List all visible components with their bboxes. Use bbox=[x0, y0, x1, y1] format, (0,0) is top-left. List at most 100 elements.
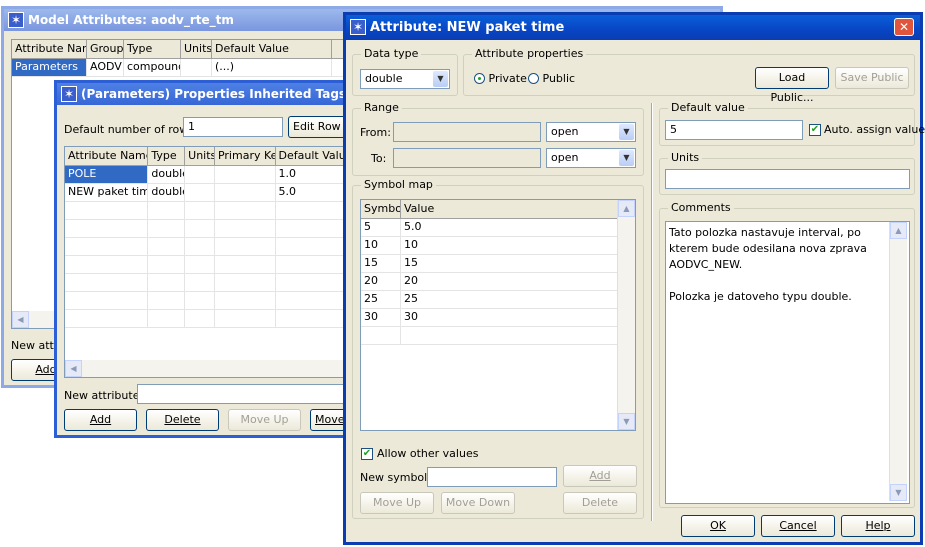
cell-attribute-name[interactable]: POLE bbox=[65, 166, 149, 183]
scroll-up-icon[interactable]: ▲ bbox=[890, 222, 907, 239]
table-row[interactable]: 25 25 bbox=[361, 291, 635, 309]
cell-attribute-name[interactable]: Parameters bbox=[12, 59, 87, 76]
move-up-button[interactable]: Move Up bbox=[228, 409, 301, 431]
col-value[interactable]: Value bbox=[401, 200, 619, 218]
cell-symbol[interactable]: 10 bbox=[361, 237, 401, 254]
table-row[interactable] bbox=[65, 238, 353, 256]
col-attribute-name[interactable]: Attribute Name bbox=[12, 40, 87, 58]
symbol-move-up-button[interactable]: Move Up bbox=[360, 492, 434, 514]
table-row[interactable]: NEW paket time double 5.0 bbox=[65, 184, 353, 202]
radio-unselected-icon[interactable] bbox=[528, 73, 539, 84]
range-from-mode-select[interactable]: open ▼ bbox=[546, 122, 636, 142]
table-row[interactable]: 20 20 bbox=[361, 273, 635, 291]
table-row[interactable] bbox=[65, 256, 353, 274]
chevron-down-icon[interactable]: ▼ bbox=[619, 124, 634, 140]
cell-units[interactable] bbox=[181, 59, 212, 76]
cell-default-value[interactable]: 5.0 bbox=[276, 184, 353, 201]
cell-primary-key[interactable] bbox=[215, 184, 276, 201]
range-from-input[interactable] bbox=[393, 122, 541, 142]
cell-value[interactable]: 10 bbox=[401, 237, 619, 254]
table-row[interactable]: Parameters AODV compound (...) bbox=[12, 59, 350, 77]
col-type[interactable]: Type bbox=[124, 40, 181, 58]
help-button[interactable]: Help bbox=[841, 515, 915, 537]
scroll-up-icon[interactable]: ▲ bbox=[618, 200, 635, 217]
ok-button[interactable]: OK bbox=[681, 515, 755, 537]
cell-units[interactable] bbox=[185, 166, 215, 183]
col-group[interactable]: Group bbox=[87, 40, 124, 58]
range-to-mode-select[interactable]: open ▼ bbox=[546, 148, 636, 168]
cell-default-value[interactable]: 1.0 bbox=[276, 166, 353, 183]
new-attribute-input[interactable] bbox=[137, 384, 357, 404]
col-type[interactable]: Type bbox=[148, 147, 186, 165]
table-row[interactable] bbox=[65, 202, 353, 220]
col-default-value[interactable]: Default Value bbox=[276, 147, 353, 165]
private-radio[interactable]: Private bbox=[474, 72, 527, 85]
cell-units[interactable] bbox=[185, 184, 215, 201]
data-type-select[interactable]: double ▼ bbox=[360, 69, 450, 89]
scroll-left-icon[interactable]: ◀ bbox=[12, 311, 29, 328]
units-input[interactable] bbox=[665, 169, 910, 189]
delete-button[interactable]: Delete bbox=[146, 409, 219, 431]
symbol-delete-button[interactable]: Delete bbox=[563, 492, 637, 514]
table-row[interactable] bbox=[65, 220, 353, 238]
default-rows-input[interactable]: 1 bbox=[183, 117, 283, 137]
cell-value[interactable]: 15 bbox=[401, 255, 619, 272]
auto-assign-checkbox[interactable]: ✔ bbox=[809, 124, 821, 136]
cell-value[interactable]: 30 bbox=[401, 309, 619, 326]
col-units[interactable]: Units bbox=[181, 40, 212, 58]
public-radio[interactable]: Public bbox=[528, 72, 575, 85]
table-row[interactable]: 15 15 bbox=[361, 255, 635, 273]
table-row[interactable]: 30 30 bbox=[361, 309, 635, 327]
table-row[interactable] bbox=[65, 292, 353, 310]
cell-value[interactable]: 25 bbox=[401, 291, 619, 308]
default-value-input[interactable]: 5 bbox=[665, 120, 803, 140]
vertical-scrollbar[interactable]: ▲ ▼ bbox=[617, 200, 635, 430]
col-symbol[interactable]: Symbol bbox=[361, 200, 401, 218]
cell-symbol[interactable]: 15 bbox=[361, 255, 401, 272]
cell-value[interactable]: 5.0 bbox=[401, 219, 619, 236]
cell-symbol[interactable]: 20 bbox=[361, 273, 401, 290]
table-row[interactable] bbox=[361, 327, 635, 345]
radio-selected-icon[interactable] bbox=[474, 73, 485, 84]
col-default-value[interactable]: Default Value bbox=[212, 40, 332, 58]
params-window-titlebar[interactable]: ✶ (Parameters) Properties Inherited Tags… bbox=[57, 83, 346, 105]
scroll-down-icon[interactable]: ▼ bbox=[618, 413, 635, 430]
cell-primary-key[interactable] bbox=[215, 166, 276, 183]
col-units[interactable]: Units bbox=[185, 147, 215, 165]
new-symbol-input[interactable] bbox=[427, 467, 557, 487]
horizontal-scrollbar[interactable]: ◀ bbox=[65, 360, 353, 377]
allow-other-values-label[interactable]: Allow other values bbox=[377, 447, 478, 460]
scroll-left-icon[interactable]: ◀ bbox=[65, 360, 82, 377]
chevron-down-icon[interactable]: ▼ bbox=[433, 71, 448, 87]
cell-type[interactable]: double bbox=[148, 184, 186, 201]
symbol-add-button[interactable]: Add bbox=[563, 465, 637, 487]
table-row[interactable] bbox=[65, 310, 353, 328]
cancel-button[interactable]: Cancel bbox=[761, 515, 835, 537]
table-row[interactable] bbox=[65, 274, 353, 292]
cell-group[interactable]: AODV bbox=[87, 59, 124, 76]
cell-symbol[interactable]: 30 bbox=[361, 309, 401, 326]
cell-attribute-name[interactable]: NEW paket time bbox=[65, 184, 149, 201]
cell-type[interactable]: compound bbox=[124, 59, 181, 76]
scroll-down-icon[interactable]: ▼ bbox=[890, 484, 907, 501]
table-row[interactable]: 10 10 bbox=[361, 237, 635, 255]
save-public-button[interactable]: Save Public bbox=[835, 67, 909, 89]
cell-symbol[interactable]: 25 bbox=[361, 291, 401, 308]
auto-assign-label[interactable]: Auto. assign value bbox=[824, 123, 925, 136]
range-to-input[interactable] bbox=[393, 148, 541, 168]
col-primary-key[interactable]: Primary Key bbox=[215, 147, 276, 165]
cell-symbol[interactable]: 5 bbox=[361, 219, 401, 236]
col-attribute-name[interactable]: Attribute Name bbox=[65, 147, 149, 165]
comments-textarea[interactable]: Tato polozka nastavuje interval, po kter… bbox=[665, 221, 910, 504]
allow-other-values-checkbox[interactable]: ✔ bbox=[361, 448, 373, 460]
symbol-move-down-button[interactable]: Move Down bbox=[441, 492, 515, 514]
cell-value[interactable]: 20 bbox=[401, 273, 619, 290]
cell-type[interactable]: double bbox=[148, 166, 186, 183]
comments-scrollbar[interactable]: ▲ ▼ bbox=[889, 222, 907, 501]
table-row[interactable]: POLE double 1.0 bbox=[65, 166, 353, 184]
close-icon[interactable]: ✕ bbox=[894, 18, 914, 36]
add-button[interactable]: Add bbox=[64, 409, 137, 431]
cell-default-value[interactable]: (...) bbox=[212, 59, 332, 76]
chevron-down-icon[interactable]: ▼ bbox=[619, 150, 634, 166]
attribute-dialog-titlebar[interactable]: ✶ Attribute: NEW paket time ✕ bbox=[346, 15, 920, 40]
